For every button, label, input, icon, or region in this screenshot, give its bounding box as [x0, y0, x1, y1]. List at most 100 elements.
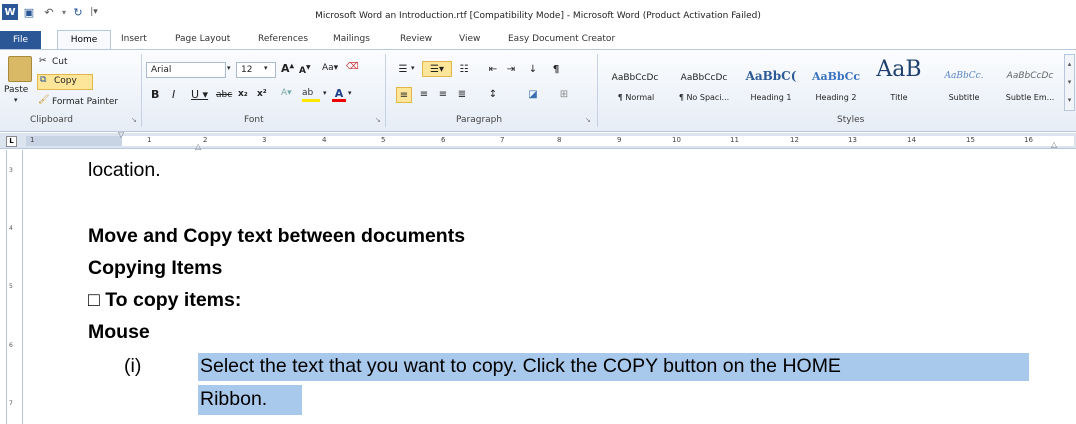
font-size-dropdown-icon[interactable]: ▾ — [264, 64, 268, 72]
sort-icon[interactable]: ↓ — [525, 62, 541, 78]
superscript-icon[interactable]: x² — [257, 89, 267, 99]
tab-easy-document-creator[interactable]: Easy Document Creator — [508, 34, 615, 44]
style-preview: AaBbCcDc — [1006, 71, 1054, 81]
bullets-icon[interactable]: ☰ — [395, 62, 411, 78]
align-left-icon[interactable]: ≡ — [396, 87, 412, 103]
style-preview: AaBbCcDc — [680, 73, 728, 83]
ruler-number: 7 — [500, 136, 505, 144]
ruler-number: 15 — [966, 136, 975, 144]
paragraph-launcher-icon[interactable]: ↘ — [585, 116, 591, 124]
group-separator — [141, 54, 142, 127]
ruler-number: 13 — [848, 136, 857, 144]
style-preview: AaB — [876, 57, 922, 82]
clear-formatting-icon[interactable]: ⌫ — [346, 62, 359, 72]
document-heading[interactable]: Mouse — [88, 321, 150, 344]
font-color-icon[interactable]: A — [332, 87, 346, 102]
word-window: W ▣ ↶ ▾ ↻ |▾ Microsoft Word an Introduct… — [0, 0, 1076, 424]
tab-review[interactable]: Review — [400, 34, 432, 44]
selected-text-line[interactable]: Ribbon. — [200, 388, 267, 411]
bullets-dropdown-icon[interactable]: ▾ — [411, 64, 415, 72]
text-effects-icon[interactable]: A▾ — [281, 88, 292, 98]
borders-icon[interactable]: ⊞ — [556, 87, 572, 103]
style-name: ¶ Normal — [617, 93, 655, 102]
style-preview: AaBbCc. — [944, 71, 984, 81]
right-indent-marker[interactable]: △ — [1051, 140, 1057, 149]
paste-icon[interactable] — [8, 56, 32, 82]
ruler-number: 8 — [557, 136, 562, 144]
highlight-color-icon[interactable]: ab — [302, 88, 320, 102]
clipboard-launcher-icon[interactable]: ↘ — [131, 116, 137, 124]
ruler-text-area — [26, 136, 1074, 146]
justify-icon[interactable]: ≣ — [454, 87, 470, 103]
style-preview: AaBbC( — [745, 69, 797, 83]
increase-indent-icon[interactable]: ⇥ — [503, 62, 519, 78]
tab-home[interactable]: Home — [57, 30, 111, 50]
style-name: Title — [890, 93, 908, 102]
vruler-number: 4 — [9, 225, 13, 232]
multilevel-list-icon[interactable]: ☷ — [456, 62, 472, 78]
bold-icon[interactable]: B — [151, 88, 159, 101]
window-title: Microsoft Word an Introduction.rtf [Comp… — [315, 11, 761, 21]
format-painter-icon[interactable]: 🖌 — [38, 95, 49, 105]
change-case-icon[interactable]: Aa▾ — [322, 63, 338, 73]
subscript-icon[interactable]: x₂ — [238, 89, 248, 99]
tab-page-layout[interactable]: Page Layout — [175, 34, 230, 44]
format-painter-button[interactable]: Format Painter — [52, 97, 118, 107]
tab-view[interactable]: View — [459, 34, 480, 44]
ruler-number: 10 — [672, 136, 681, 144]
decrease-indent-icon[interactable]: ⇤ — [485, 62, 501, 78]
numbering-icon[interactable]: ☰▾ — [422, 61, 452, 77]
style-name: Subtle Em... — [1005, 93, 1055, 102]
font-name-box[interactable]: Arial — [146, 62, 226, 78]
cut-button[interactable]: Cut — [52, 57, 68, 67]
vruler-number: 5 — [9, 283, 13, 290]
style-preview: AaBbCcDc — [611, 73, 659, 83]
style-name: Heading 2 — [815, 93, 857, 102]
font-launcher-icon[interactable]: ↘ — [375, 116, 381, 124]
ruler-number: 16 — [1024, 136, 1033, 144]
paste-button[interactable]: Paste — [4, 85, 28, 95]
tab-references[interactable]: References — [258, 34, 308, 44]
ruler-number: 1 — [147, 136, 152, 144]
vruler-number: 7 — [9, 400, 13, 407]
list-item-marker[interactable]: (i) — [124, 355, 141, 378]
align-right-icon[interactable]: ≡ — [435, 87, 451, 103]
show-formatting-icon[interactable]: ¶ — [548, 62, 564, 78]
cut-icon[interactable]: ✂ — [39, 56, 47, 66]
styles-scroll-buttons[interactable]: ▴ ▾ ▾ — [1064, 54, 1075, 111]
document-heading[interactable]: Copying Items — [88, 257, 222, 280]
vruler-number: 3 — [9, 167, 13, 174]
shading-icon[interactable]: ◪ — [525, 87, 541, 103]
italic-icon[interactable]: I — [172, 88, 175, 101]
first-line-indent-marker[interactable]: ▽ — [118, 130, 124, 139]
tab-file[interactable]: File — [0, 31, 41, 50]
underline-icon[interactable]: U ▾ — [191, 88, 208, 101]
document-heading[interactable]: Move and Copy text between documents — [88, 225, 465, 248]
ruler-number: 3 — [262, 136, 267, 144]
selected-text-line[interactable]: Select the text that you want to copy. C… — [200, 355, 841, 378]
copy-button[interactable]: Copy — [54, 76, 77, 86]
font-size-box[interactable]: 12 — [236, 62, 276, 78]
shrink-font-icon[interactable]: A▼ — [299, 64, 311, 76]
tab-selector-icon[interactable]: L — [6, 136, 17, 147]
font-name-dropdown-icon[interactable]: ▾ — [227, 64, 231, 72]
strikethrough-icon[interactable]: abc — [216, 90, 232, 100]
hanging-indent-marker[interactable]: △ — [195, 142, 201, 151]
group-separator — [385, 54, 386, 127]
vruler-number: 6 — [9, 342, 13, 349]
copy-icon: ⧉ — [40, 75, 47, 85]
tab-mailings[interactable]: Mailings — [333, 34, 370, 44]
align-center-icon[interactable]: ≡ — [416, 87, 432, 103]
font-color-dropdown-icon[interactable]: ▾ — [348, 89, 352, 97]
document-heading[interactable]: □ To copy items: — [88, 289, 241, 312]
style-name: Heading 1 — [750, 93, 792, 102]
paste-dropdown-icon[interactable]: ▾ — [14, 96, 18, 104]
grow-font-icon[interactable]: A▲ — [281, 62, 294, 75]
line-spacing-icon[interactable]: ↕ — [485, 87, 501, 103]
tab-insert[interactable]: Insert — [121, 34, 147, 44]
styles-group-label: Styles — [837, 115, 865, 125]
group-separator — [597, 54, 598, 127]
document-text-line[interactable]: location. — [88, 159, 161, 182]
font-group-label: Font — [244, 115, 264, 125]
highlight-dropdown-icon[interactable]: ▾ — [323, 89, 327, 97]
